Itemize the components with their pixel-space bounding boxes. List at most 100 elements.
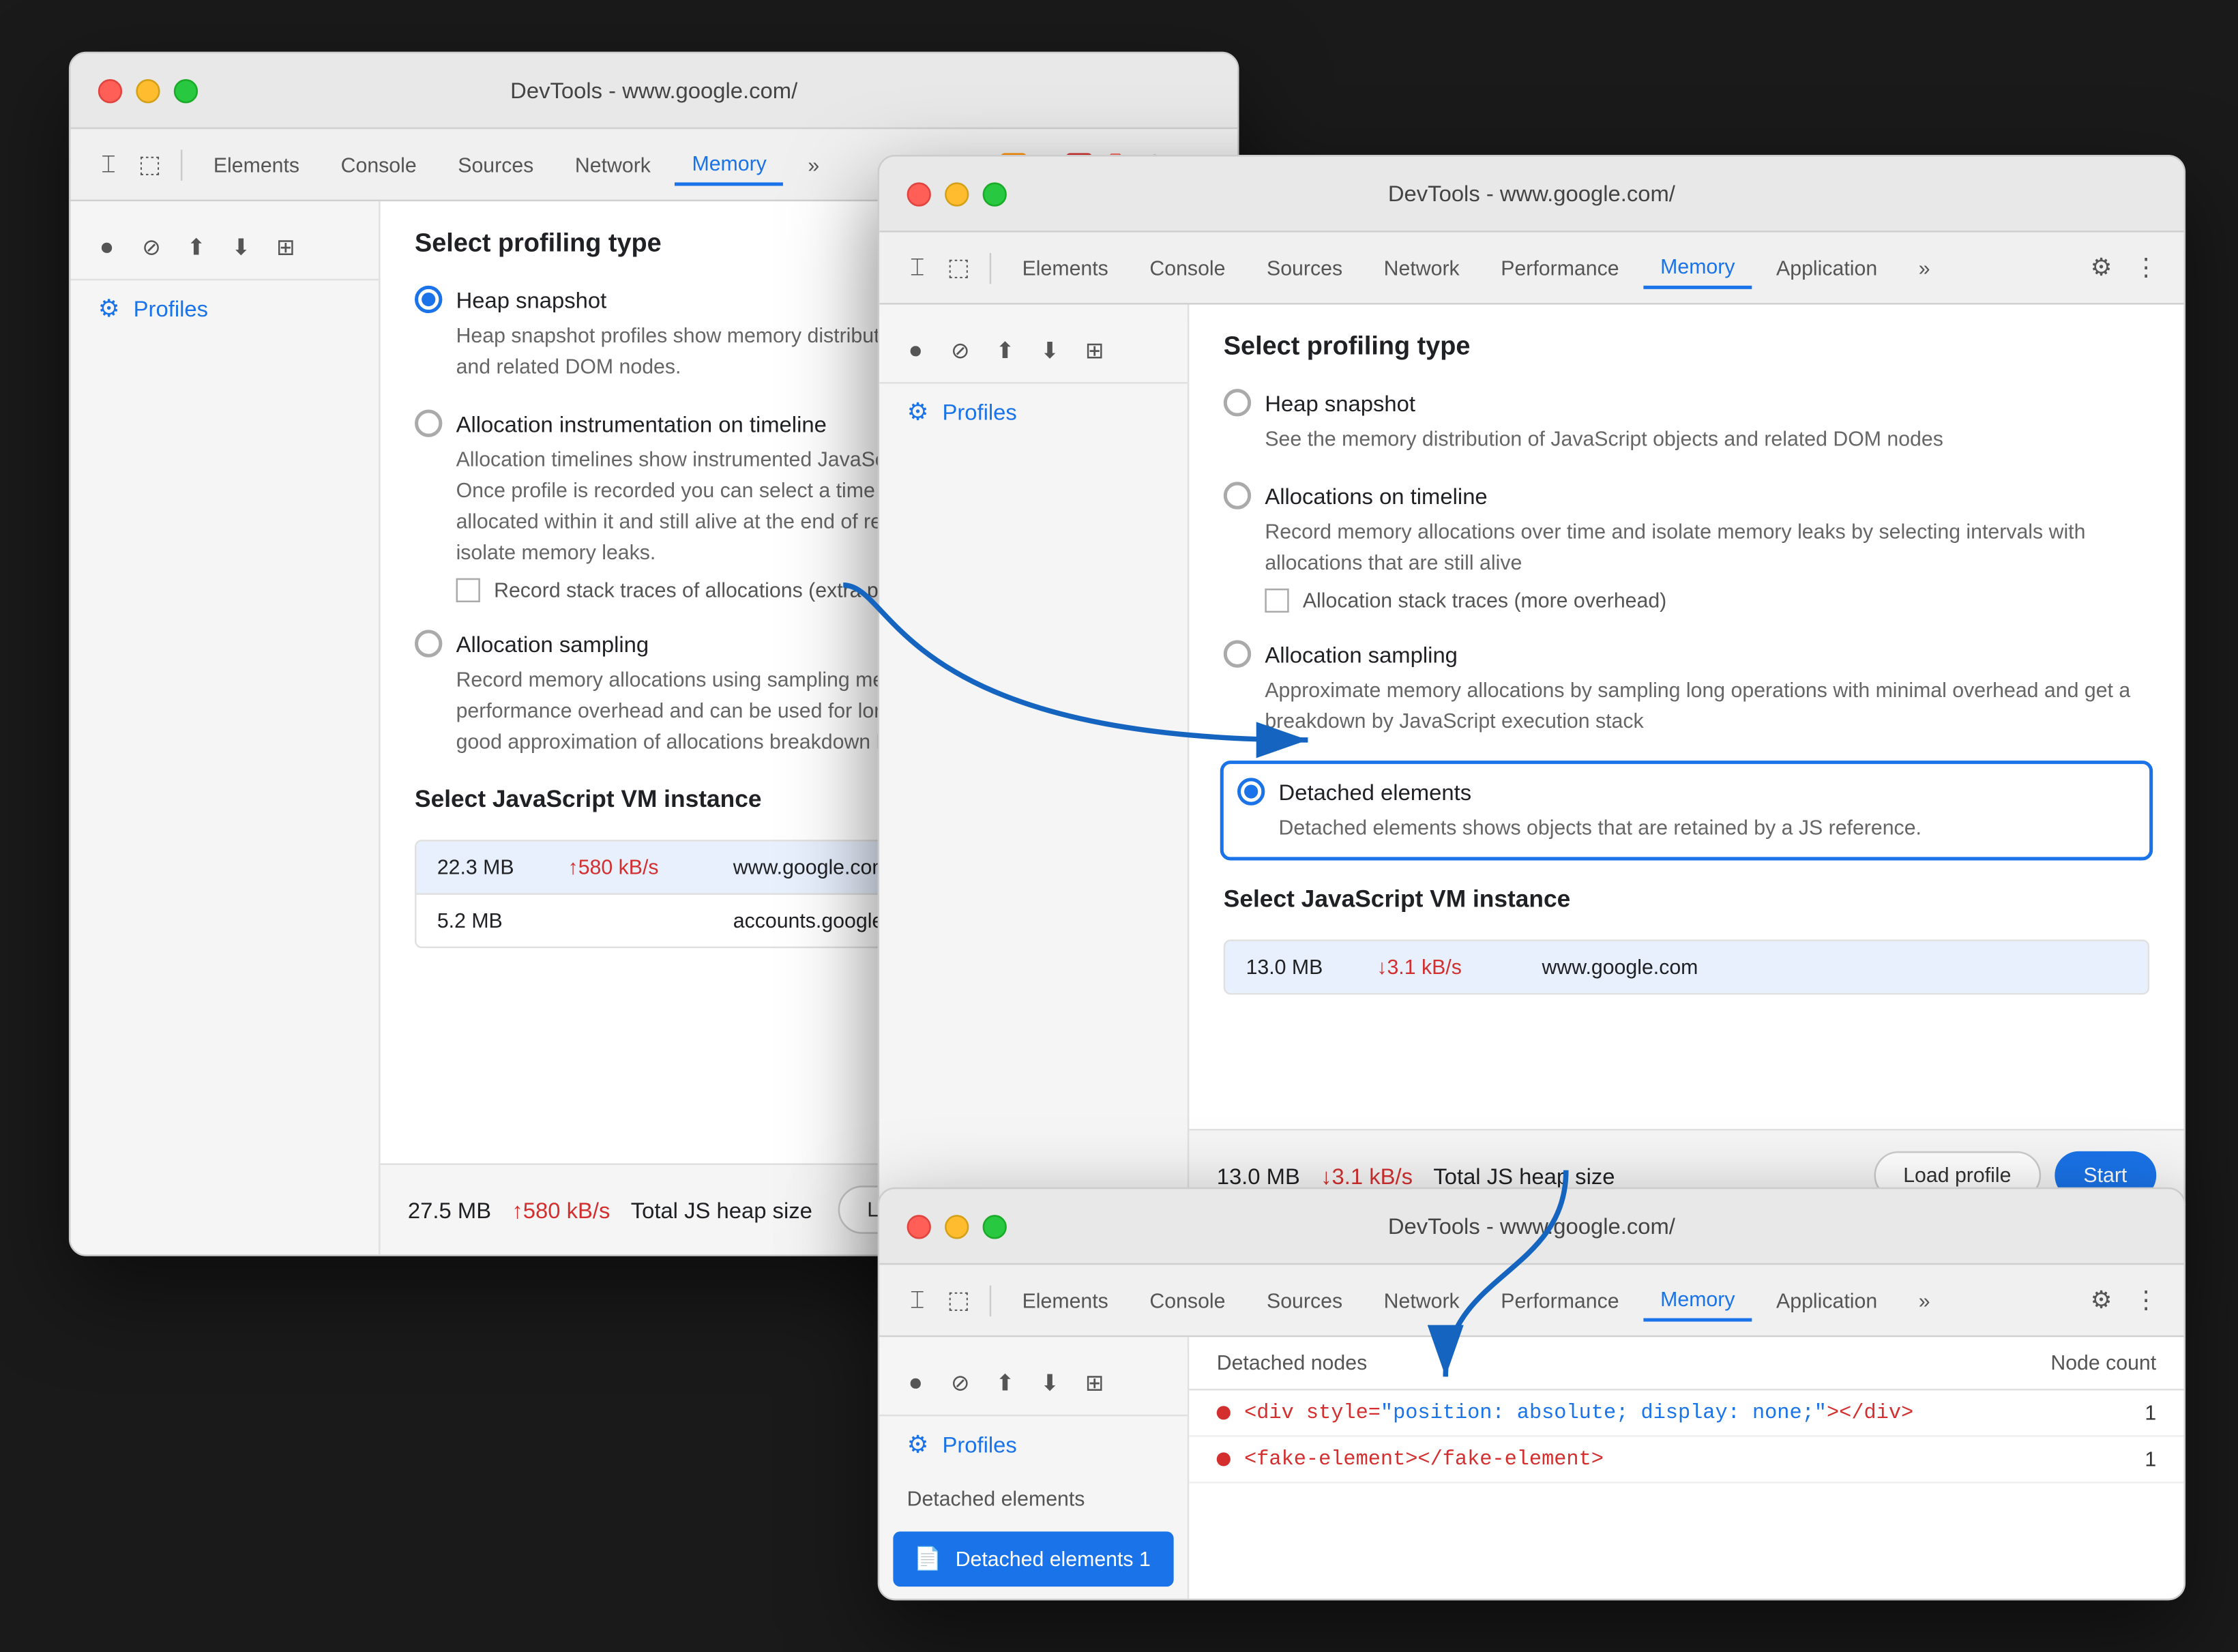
tab-memory-2[interactable]: Memory <box>1643 247 1752 289</box>
tab-console-1[interactable]: Console <box>323 145 434 183</box>
download-icon-1[interactable]: ⬇ <box>226 231 256 262</box>
tab-performance-2[interactable]: Performance <box>1484 249 1636 287</box>
tab-sources-2[interactable]: Sources <box>1250 249 1360 287</box>
tab-application-3[interactable]: Application <box>1759 1281 1895 1319</box>
detached-radio-2[interactable] <box>1237 778 1265 805</box>
tab-more-2[interactable]: » <box>1902 249 1947 287</box>
tab-sources-1[interactable]: Sources <box>441 145 551 183</box>
heap-radio-1[interactable] <box>415 286 442 313</box>
heap-radio-2[interactable] <box>1224 389 1251 416</box>
sampling-radio-row-2[interactable]: Allocation sampling <box>1224 640 2149 668</box>
node-count-2: 1 <box>2145 1447 2156 1471</box>
cursor-icon-2[interactable]: ⌶ <box>900 250 934 284</box>
tab-elements-1[interactable]: Elements <box>196 145 317 183</box>
window-title-3: DevTools - www.google.com/ <box>1388 1213 1675 1239</box>
alloc-label-2: Allocations on timeline <box>1265 483 1487 509</box>
profiling-content-2: Select profiling type Heap snapshot See … <box>1189 305 2183 1129</box>
settings-icon-2[interactable]: ⚙ <box>2084 250 2118 284</box>
tab-network-3[interactable]: Network <box>1366 1281 1477 1319</box>
option-sampling-2: Allocation sampling Approximate memory a… <box>1224 640 2149 737</box>
traffic-lights-2 <box>907 181 1007 205</box>
tab-memory-1[interactable]: Memory <box>675 144 784 186</box>
stop-icon-3[interactable]: ⊘ <box>945 1367 975 1398</box>
settings-icon-3[interactable]: ⚙ <box>2084 1283 2118 1317</box>
record-icon-2[interactable]: ⏺ <box>900 335 930 366</box>
toolbar-3: ⌶ ⬚ Elements Console Sources Network Per… <box>879 1265 2183 1337</box>
tab-more-1[interactable]: » <box>791 145 836 183</box>
sidebar-3: ⏺ ⊘ ⬆ ⬇ ⊞ ⚙ Profiles Detached elements 📄… <box>879 1337 1189 1598</box>
maximize-button-1[interactable] <box>174 78 198 102</box>
sampling-desc-2: Approximate memory allocations by sampli… <box>1265 675 2149 737</box>
tab-application-2[interactable]: Application <box>1759 249 1895 287</box>
tab-network-2[interactable]: Network <box>1366 249 1477 287</box>
option-alloc-2: Allocations on timeline Record memory al… <box>1224 482 2149 613</box>
vm-size-1-1: 22.3 MB <box>437 855 540 879</box>
sidebar-2: ⏺ ⊘ ⬆ ⬇ ⊞ ⚙ Profiles <box>879 305 1189 1220</box>
maximize-button-3[interactable] <box>983 1214 1007 1238</box>
cursor-icon[interactable]: ⌶ <box>91 147 126 181</box>
clear-icon-3[interactable]: ⊞ <box>1079 1367 1110 1398</box>
content-2: Select profiling type Heap snapshot See … <box>1189 305 2183 1220</box>
vm-size-1-2: 5.2 MB <box>437 909 540 932</box>
upload-icon-3[interactable]: ⬆ <box>990 1367 1020 1398</box>
alloc-radio-1[interactable] <box>415 409 442 437</box>
tab-network-1[interactable]: Network <box>558 145 668 183</box>
maximize-button-2[interactable] <box>983 181 1007 205</box>
alloc-checkbox-1[interactable] <box>456 578 480 602</box>
tab-elements-3[interactable]: Elements <box>1005 1281 1125 1319</box>
close-button-2[interactable] <box>907 181 931 205</box>
upload-icon-1[interactable]: ⬆ <box>181 231 211 262</box>
record-icon-1[interactable]: ⏺ <box>91 231 122 262</box>
download-icon-2[interactable]: ⬇ <box>1034 335 1065 366</box>
sidebar-item-profiles-2[interactable]: ⚙ Profiles <box>879 384 1188 441</box>
table-row-1[interactable]: <div style="position: absolute; display:… <box>1189 1391 2183 1437</box>
detached-item-icon: 📄 <box>914 1546 942 1573</box>
tab-sources-3[interactable]: Sources <box>1250 1281 1360 1319</box>
stop-icon-2[interactable]: ⊘ <box>945 335 975 366</box>
inspect-icon-2[interactable]: ⬚ <box>941 250 975 284</box>
sidebar-item-profiles-3[interactable]: ⚙ Profiles <box>879 1416 1188 1473</box>
cursor-icon-3[interactable]: ⌶ <box>900 1283 934 1317</box>
detached-nodes-header: Detached nodes <box>1217 1351 1368 1374</box>
sampling-radio-1[interactable] <box>415 630 442 657</box>
tab-memory-3[interactable]: Memory <box>1643 1280 1752 1321</box>
sidebar-toolbar-2: ⏺ ⊘ ⬆ ⬇ ⊞ <box>879 319 1188 384</box>
more-icon-3[interactable]: ⋮ <box>2129 1283 2163 1317</box>
minimize-button-1[interactable] <box>136 78 160 102</box>
close-button-3[interactable] <box>907 1214 931 1238</box>
sampling-radio-2[interactable] <box>1224 640 1251 668</box>
detached-item-1[interactable]: 📄 Detached elements 1 <box>893 1531 1173 1587</box>
stop-icon-1[interactable]: ⊘ <box>136 231 166 262</box>
detached-radio-row-2[interactable]: Detached elements <box>1237 778 2136 805</box>
clear-icon-1[interactable]: ⊞ <box>270 231 301 262</box>
alloc-checkbox-2[interactable] <box>1265 589 1289 613</box>
minimize-button-3[interactable] <box>945 1214 969 1238</box>
tab-console-2[interactable]: Console <box>1132 249 1243 287</box>
clear-icon-2[interactable]: ⊞ <box>1079 335 1110 366</box>
tab-performance-3[interactable]: Performance <box>1484 1281 1636 1319</box>
sidebar-profiles-label-2: Profiles <box>942 399 1016 425</box>
tab-more-3[interactable]: » <box>1902 1281 1947 1319</box>
alloc-radio-2[interactable] <box>1224 482 1251 509</box>
main-area-2: ⏺ ⊘ ⬆ ⬇ ⊞ ⚙ Profiles Select profiling ty… <box>879 305 2183 1220</box>
download-icon-3[interactable]: ⬇ <box>1034 1367 1065 1398</box>
close-button-1[interactable] <box>98 78 122 102</box>
tab-console-3[interactable]: Console <box>1132 1281 1243 1319</box>
tab-elements-2[interactable]: Elements <box>1005 249 1125 287</box>
record-icon-3[interactable]: ⏺ <box>900 1367 930 1398</box>
minimize-button-2[interactable] <box>945 181 969 205</box>
sidebar-item-profiles-1[interactable]: ⚙ Profiles <box>70 280 379 337</box>
alloc-checkbox-label-2: Allocation stack traces (more overhead) <box>1303 589 1666 613</box>
alloc-radio-row-2[interactable]: Allocations on timeline <box>1224 482 2149 509</box>
table-row-2[interactable]: <fake-element></fake-element> 1 <box>1189 1437 2183 1484</box>
heap-radio-row-2[interactable]: Heap snapshot <box>1224 389 2149 416</box>
inspect-icon-3[interactable]: ⬚ <box>941 1283 975 1317</box>
detached-desc-2: Detached elements shows objects that are… <box>1279 812 2136 843</box>
more-icon-2[interactable]: ⋮ <box>2129 250 2163 284</box>
profiles-icon-1: ⚙ <box>98 294 120 323</box>
upload-icon-2[interactable]: ⬆ <box>990 335 1020 366</box>
vm-row-2-1[interactable]: 13.0 MB ↓3.1 kB/s www.google.com <box>1225 941 2147 993</box>
toolbar-2: ⌶ ⬚ Elements Console Sources Network Per… <box>879 233 2183 305</box>
inspect-icon[interactable]: ⬚ <box>132 147 166 181</box>
vm-title-2: Select JavaScript VM instance <box>1224 885 2149 912</box>
